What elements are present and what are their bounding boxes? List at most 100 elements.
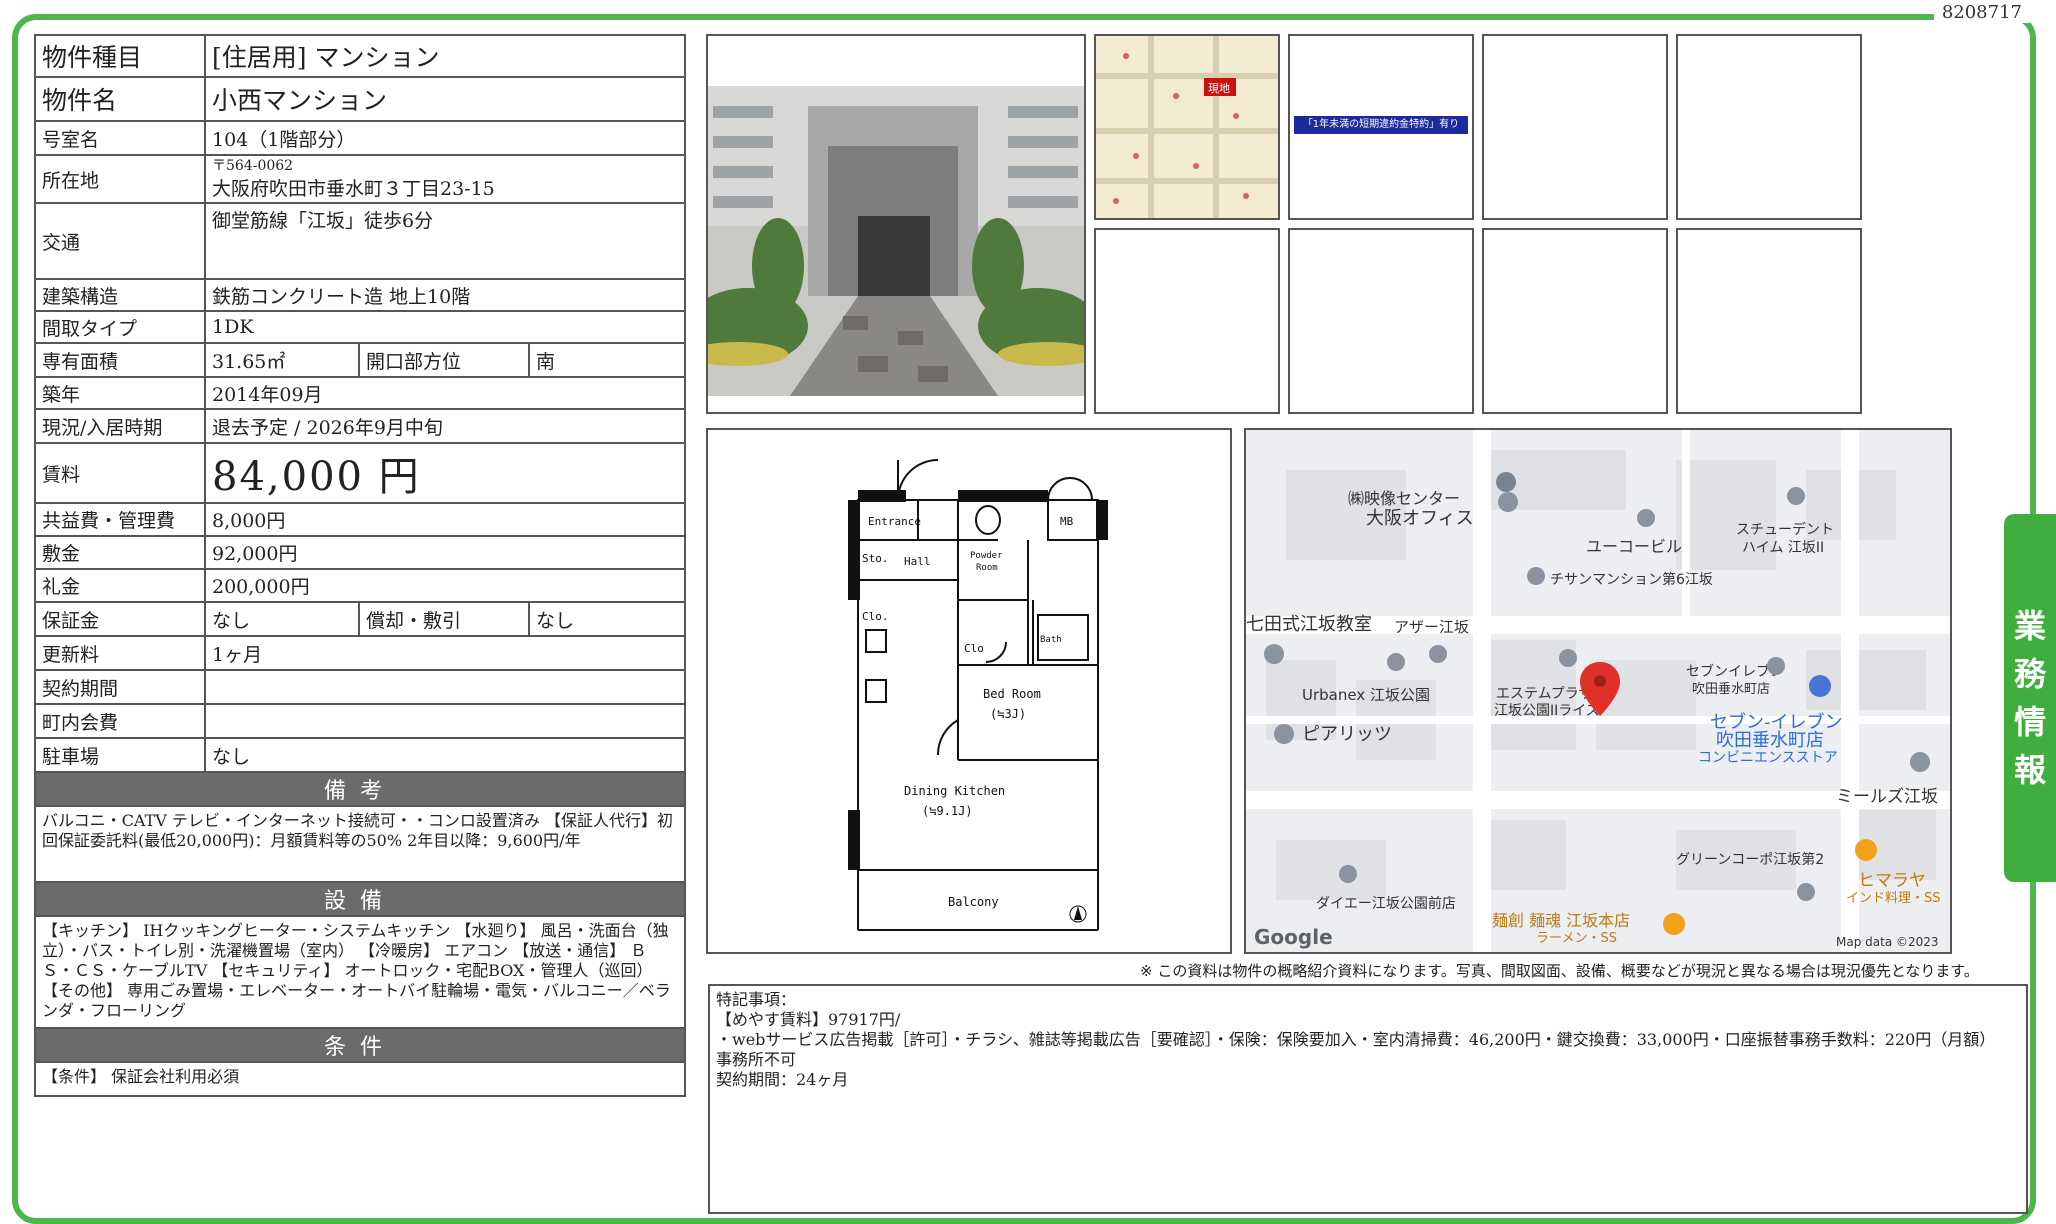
name-value: 小西マンション: [203, 76, 687, 122]
equipment-header: 設備: [33, 881, 687, 917]
building-photo[interactable]: [706, 34, 1086, 414]
fp-entrance: Entrance: [868, 515, 921, 528]
location-map[interactable]: ㈱映像センター 大阪オフィス ユーコービル スチューデント ハイム 江坂II チ…: [1244, 428, 1952, 954]
address-cell: 〒564-0062 大阪府吹田市垂水町３丁目23-15: [203, 154, 687, 204]
deposit-value: 92,000円: [203, 535, 687, 570]
fee-value: 8,000円: [203, 502, 687, 537]
guarantee-label: 保証金: [34, 601, 206, 637]
amort-value: なし: [527, 601, 687, 637]
rent-label: 賃料: [34, 442, 206, 504]
layout-label: 間取タイプ: [34, 310, 206, 344]
area-label: 専有面積: [34, 342, 206, 378]
floor-plan[interactable]: Entrance MB Sto. Hall Powder Room Clo. C…: [706, 428, 1232, 954]
fp-powder: Powder: [970, 551, 1003, 561]
deposit-label: 敷金: [34, 535, 206, 570]
thumb-area-map[interactable]: 現地: [1094, 34, 1280, 220]
conditions-text: 【条件】 保証会社利用必須: [33, 1061, 687, 1097]
facing-value: 南: [527, 342, 687, 378]
keymoney-value: 200,000円: [203, 568, 687, 603]
special-note-line: 事務所不可: [716, 1050, 797, 1069]
fp-balcony: Balcony: [948, 895, 999, 909]
access-value: 御堂筋線「江坂」徒歩6分: [203, 202, 687, 280]
address-value: 大阪府吹田市垂水町３丁目23-15: [212, 177, 495, 200]
business-info-tab[interactable]: 業 務 情 報: [2004, 514, 2056, 882]
amort-label: 償却・敷引: [358, 601, 530, 637]
map-label: ピアリッツ: [1302, 724, 1392, 745]
fp-clo2: Clo: [964, 642, 984, 655]
thumb-banner[interactable]: 「1年未満の短期違約金特約」有り: [1288, 34, 1474, 220]
built-value: 2014年09月: [203, 376, 687, 410]
restaurant-icon: [1663, 913, 1685, 935]
document-id: 8208717: [1933, 2, 2030, 23]
contract-label: 契約期間: [34, 669, 206, 705]
disclaimer-notice: ※ この資料は物件の概略紹介資料になります。写真、間取図面、設備、概要などが現況…: [1140, 962, 1979, 980]
fp-sto: Sto.: [862, 552, 889, 565]
map-label: インド料理・SS: [1846, 891, 1941, 906]
built-label: 築年: [34, 376, 206, 410]
rent-value: 84,000 円: [203, 442, 687, 504]
special-note-line: 【めやす賃料】97917円/: [716, 1010, 901, 1029]
fp-dining: Dining Kitchen: [904, 784, 1005, 798]
map-copyright: Map data ©2023: [1836, 935, 1939, 949]
area-value: 31.65㎡: [204, 342, 360, 378]
store-icon: [1809, 675, 1831, 697]
fee-label: 共益費・管理費: [34, 502, 206, 537]
fp-clo: Clo.: [862, 610, 889, 623]
special-note-line: ・webサービス広告掲載［許可］・チラシ、雑誌等掲載広告［要確認］・保険：保険要…: [716, 1030, 1996, 1049]
room-label: 号室名: [34, 120, 206, 156]
thumb-empty[interactable]: [1482, 34, 1668, 220]
equipment-text: 【キッチン】 IHクッキングヒーター・システムキッチン 【水廻り】 風呂・洗面台…: [33, 915, 687, 1029]
map-label: スチューデント: [1736, 521, 1834, 538]
thumb-empty[interactable]: [1288, 228, 1474, 414]
map-label: チサンマンション第6江坂: [1550, 571, 1713, 588]
google-logo: Google: [1254, 925, 1333, 949]
remarks-text: バルコニ・CATV テレビ・インターネット接続可・・コンロ設置済み 【保証人代行…: [33, 805, 687, 883]
map-label: ミールズ江坂: [1836, 787, 1938, 807]
map-label: ハイム 江坂II: [1742, 540, 1824, 556]
parking-value: なし: [203, 737, 687, 773]
guarantee-value: なし: [204, 601, 360, 637]
town-label: 町内会費: [34, 703, 206, 739]
structure-label: 建築構造: [34, 278, 206, 312]
thumb-empty[interactable]: [1482, 228, 1668, 414]
map-label: 江坂公園IIライズ: [1494, 703, 1600, 719]
tab-char: 業: [2013, 607, 2046, 645]
building-photo-image: [708, 36, 1084, 412]
thumb-empty[interactable]: [1676, 228, 1862, 414]
map-label: ダイエー江坂公園前店: [1316, 895, 1456, 912]
map-label: 吹田垂水町店: [1692, 682, 1770, 697]
north-arrow-icon: [1069, 905, 1087, 923]
map-label: 七田式江坂教室: [1246, 614, 1372, 635]
map-label: ラーメン・SS: [1536, 931, 1617, 946]
access-label: 交通: [34, 202, 206, 280]
remarks-header: 備考: [33, 771, 687, 807]
town-value: [203, 703, 687, 739]
map-label: ユーコービル: [1586, 537, 1682, 556]
contract-value: [203, 669, 687, 705]
keymoney-label: 礼金: [34, 568, 206, 603]
map-label: ㈱映像センター: [1348, 489, 1460, 508]
tab-char: 報: [2013, 751, 2046, 789]
thumb-map-label: 現地: [1208, 82, 1230, 95]
map-label: コンビニエンスストア: [1698, 750, 1838, 766]
fp-hall: Hall: [904, 555, 931, 568]
postal-code: 〒564-0062: [212, 157, 294, 174]
short-term-penalty-banner: 「1年未満の短期違約金特約」有り: [1294, 116, 1468, 134]
map-label: 吹田垂水町店: [1716, 730, 1824, 751]
address-label: 所在地: [34, 154, 206, 204]
thumb-area-map-image: 現地: [1096, 36, 1278, 218]
map-label: 大阪オフィス: [1366, 508, 1474, 529]
conditions-header: 条件: [33, 1027, 687, 1063]
renewal-value: 1ヶ月: [203, 635, 687, 671]
special-notes-title: 特記事項：: [716, 990, 797, 1009]
thumb-empty[interactable]: [1676, 34, 1862, 220]
status-value: 退去予定 / 2026年9月中旬: [203, 408, 687, 444]
structure-value: 鉄筋コンクリート造 地上10階: [203, 278, 687, 312]
renewal-label: 更新料: [34, 635, 206, 671]
thumb-empty[interactable]: [1094, 228, 1280, 414]
map-label: アザー江坂: [1394, 618, 1469, 636]
tab-char: 情: [2013, 703, 2046, 741]
room-value: 104（1階部分）: [203, 120, 687, 156]
fp-bedroom: Bed Room: [983, 687, 1041, 701]
special-notes-panel: 特記事項： 【めやす賃料】97917円/ ・webサービス広告掲載［許可］・チラ…: [708, 984, 2028, 1214]
